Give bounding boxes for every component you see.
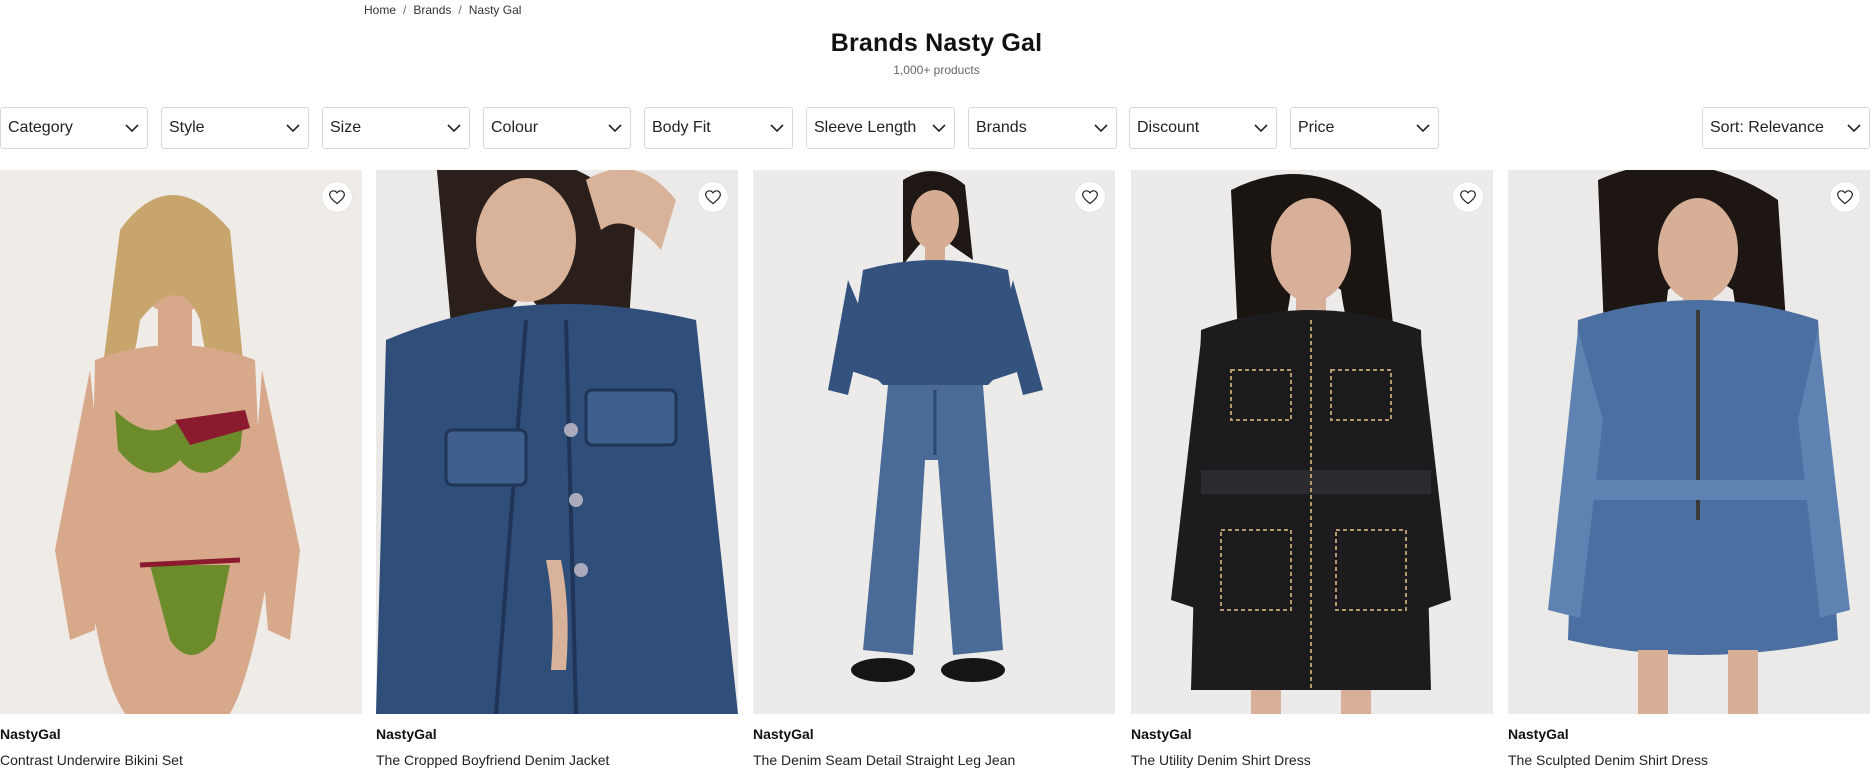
filter-label: Body Fit [652, 119, 711, 136]
filter-colour-dropdown[interactable]: Colour [483, 107, 631, 149]
heart-icon [1460, 189, 1476, 204]
product-brand: NastyGal [1131, 726, 1192, 742]
sort-dropdown[interactable]: Sort: Relevance [1702, 107, 1870, 149]
breadcrumb-separator: / [403, 3, 407, 17]
model-photo [1548, 170, 1850, 714]
product-name[interactable]: Contrast Underwire Bikini Set [0, 752, 362, 768]
filter-sleeve-length-dropdown[interactable]: Sleeve Length [806, 107, 955, 149]
chevron-down-icon [1254, 121, 1268, 135]
breadcrumb-home-link[interactable]: Home [364, 3, 396, 17]
filter-label: Sleeve Length [814, 119, 917, 136]
breadcrumb-brands-link[interactable]: Brands [413, 3, 451, 17]
product-brand: NastyGal [376, 726, 437, 742]
chevron-down-icon [447, 121, 461, 135]
heart-icon [329, 189, 345, 204]
breadcrumb-current: Nasty Gal [468, 3, 522, 17]
model-photo [55, 195, 300, 714]
chevron-down-icon [286, 121, 300, 135]
heart-icon [1082, 189, 1098, 204]
product-brand: NastyGal [753, 726, 814, 742]
product-count: 1,000+ products [893, 63, 980, 77]
filter-discount-dropdown[interactable]: Discount [1129, 107, 1277, 149]
chevron-down-icon [608, 121, 622, 135]
product-card[interactable]: NastyGal The Utility Denim Shirt Dress [1131, 170, 1493, 768]
filter-body-fit-dropdown[interactable]: Body Fit [644, 107, 793, 149]
filter-label: Style [169, 119, 205, 136]
product-image[interactable] [1131, 170, 1493, 714]
model-photo [1171, 174, 1451, 714]
wishlist-button[interactable] [1075, 182, 1105, 212]
chevron-down-icon [125, 121, 139, 135]
sort-label: Sort: Relevance [1710, 119, 1824, 136]
model-photo [376, 170, 738, 714]
product-name[interactable]: The Utility Denim Shirt Dress [1131, 752, 1493, 768]
chevron-down-icon [932, 121, 946, 135]
wishlist-button[interactable] [1830, 182, 1860, 212]
heart-icon [1837, 189, 1853, 204]
page-title: Brands Nasty Gal [830, 29, 1043, 57]
product-card[interactable]: NastyGal The Sculpted Denim Shirt Dress [1508, 170, 1870, 768]
wishlist-button[interactable] [322, 182, 352, 212]
filter-label: Colour [491, 119, 539, 136]
product-name[interactable]: The Sculpted Denim Shirt Dress [1508, 752, 1870, 768]
product-image[interactable] [753, 170, 1115, 714]
filter-brands-dropdown[interactable]: Brands [968, 107, 1117, 149]
product-card[interactable]: NastyGal The Cropped Boyfriend Denim Jac… [376, 170, 738, 768]
filter-label: Price [1298, 119, 1335, 136]
wishlist-button[interactable] [698, 182, 728, 212]
product-image[interactable] [376, 170, 738, 714]
chevron-down-icon [1847, 121, 1861, 135]
filter-style-dropdown[interactable]: Style [161, 107, 309, 149]
product-card[interactable]: NastyGal Contrast Underwire Bikini Set [0, 170, 362, 768]
filter-label: Brands [976, 119, 1027, 136]
chevron-down-icon [770, 121, 784, 135]
product-name[interactable]: The Cropped Boyfriend Denim Jacket [376, 752, 738, 768]
product-brand: NastyGal [0, 726, 61, 742]
filter-label: Size [330, 119, 362, 136]
filter-size-dropdown[interactable]: Size [322, 107, 470, 149]
model-photo [828, 171, 1043, 682]
filter-label: Discount [1137, 119, 1200, 136]
breadcrumb: Home / Brands / Nasty Gal [364, 3, 521, 17]
filter-label: Category [8, 119, 73, 136]
chevron-down-icon [1094, 121, 1108, 135]
chevron-down-icon [1416, 121, 1430, 135]
breadcrumb-separator: / [458, 3, 462, 17]
wishlist-button[interactable] [1453, 182, 1483, 212]
filter-bar: Category Style Size Colour Body Fit Slee… [0, 107, 1873, 149]
filter-category-dropdown[interactable]: Category [0, 107, 148, 149]
product-image[interactable] [0, 170, 362, 714]
product-brand: NastyGal [1508, 726, 1569, 742]
product-card[interactable]: NastyGal The Denim Seam Detail Straight … [753, 170, 1115, 768]
product-name[interactable]: The Denim Seam Detail Straight Leg Jean [753, 752, 1115, 768]
product-image[interactable] [1508, 170, 1870, 714]
heart-icon [705, 189, 721, 204]
filter-price-dropdown[interactable]: Price [1290, 107, 1439, 149]
